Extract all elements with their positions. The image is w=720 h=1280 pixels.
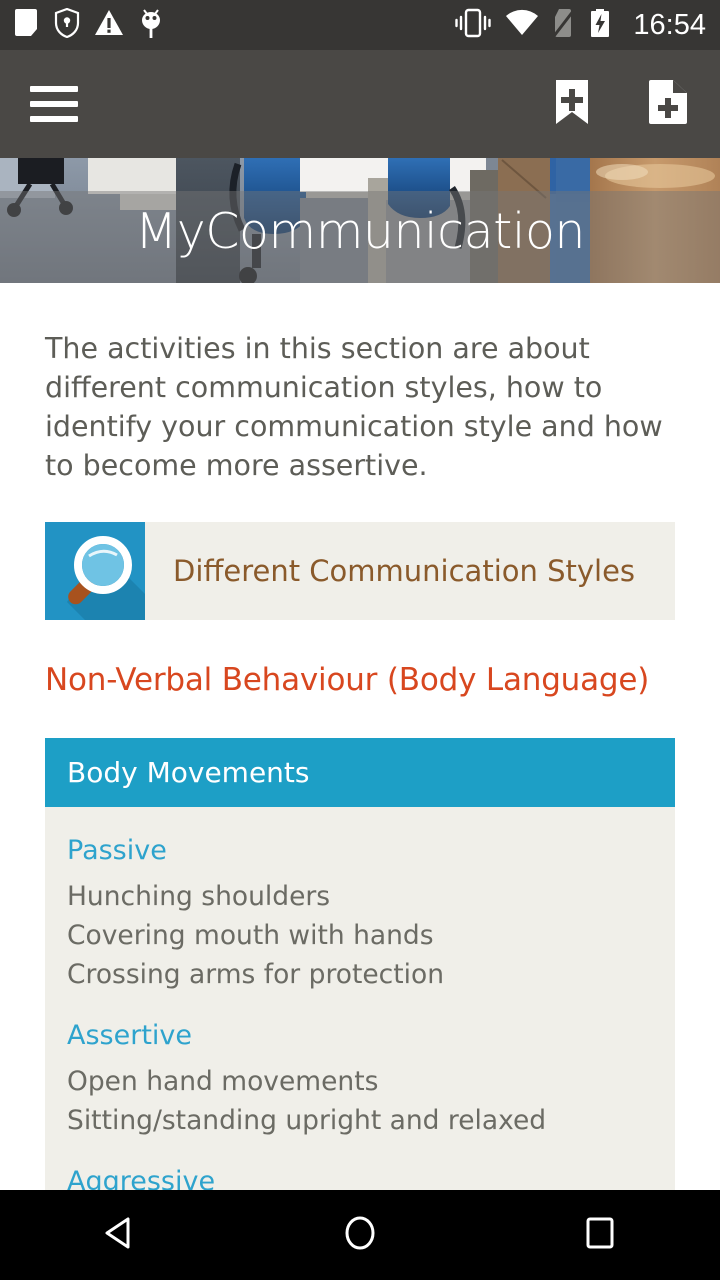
style-item: Hunching shoulders xyxy=(67,881,331,912)
body-movements-panel: Body Movements Passive Hunching shoulder… xyxy=(45,738,675,1190)
style-item: Sitting/standing upright and relaxed xyxy=(67,1105,547,1136)
style-item: Covering mouth with hands xyxy=(67,920,434,951)
activity-card-different-communication-styles[interactable]: Different Communication Styles xyxy=(45,522,675,620)
home-circle-icon xyxy=(338,1211,382,1259)
home-button[interactable] xyxy=(300,1190,420,1280)
panel-header: Body Movements xyxy=(45,738,675,807)
style-item: Open hand movements xyxy=(67,1066,379,1097)
style-title: Aggressive xyxy=(67,1166,216,1190)
phone-screen: 16:54 MyCommunication The activities in … xyxy=(0,0,720,1280)
recents-button[interactable] xyxy=(540,1190,660,1280)
intro-paragraph: The activities in this section are about… xyxy=(45,332,663,482)
back-button[interactable] xyxy=(60,1190,180,1280)
android-navigation-bar xyxy=(0,1190,720,1280)
panel-body: Passive Hunching shoulders Covering mout… xyxy=(45,807,675,1190)
vibrate-icon xyxy=(454,8,492,42)
style-group-assertive: Assertive Open hand movements Sitting/st… xyxy=(67,1020,653,1140)
note-add-icon xyxy=(647,78,689,130)
app-bar-actions xyxy=(550,80,690,128)
status-bar-clock: 16:54 xyxy=(633,8,706,41)
magnifier-icon xyxy=(45,522,145,620)
bookmark-add-icon xyxy=(552,78,592,130)
back-triangle-icon xyxy=(98,1211,142,1259)
app-bar xyxy=(0,50,720,158)
no-sim-icon xyxy=(552,8,576,42)
shield-vpn-icon xyxy=(54,7,80,42)
hero-banner: MyCommunication xyxy=(0,158,720,283)
status-bar: 16:54 xyxy=(0,0,720,50)
add-note-button[interactable] xyxy=(646,80,690,128)
page-title: MyCommunication xyxy=(135,203,586,260)
style-item: Crossing arms for protection xyxy=(67,959,444,990)
recents-square-icon xyxy=(578,1211,622,1259)
style-title: Assertive xyxy=(67,1020,192,1051)
section-heading: Non-Verbal Behaviour (Body Language) xyxy=(45,662,650,698)
android-debug-icon xyxy=(138,7,164,43)
style-group-passive: Passive Hunching shoulders Covering mout… xyxy=(67,835,653,994)
add-bookmark-button[interactable] xyxy=(550,80,594,128)
style-title: Passive xyxy=(67,835,167,866)
battery-charging-icon xyxy=(589,8,611,42)
wifi-icon xyxy=(505,9,539,41)
status-bar-right-icons: 16:54 xyxy=(454,8,706,42)
warning-triangle-icon xyxy=(94,9,124,41)
hamburger-menu-icon[interactable] xyxy=(30,86,78,122)
note-app-icon xyxy=(14,8,40,42)
activity-card-label: Different Communication Styles xyxy=(173,554,636,588)
status-bar-left-icons xyxy=(14,7,164,43)
content-scroll-area[interactable]: The activities in this section are about… xyxy=(0,283,720,1190)
style-group-aggressive: Aggressive xyxy=(67,1166,653,1190)
